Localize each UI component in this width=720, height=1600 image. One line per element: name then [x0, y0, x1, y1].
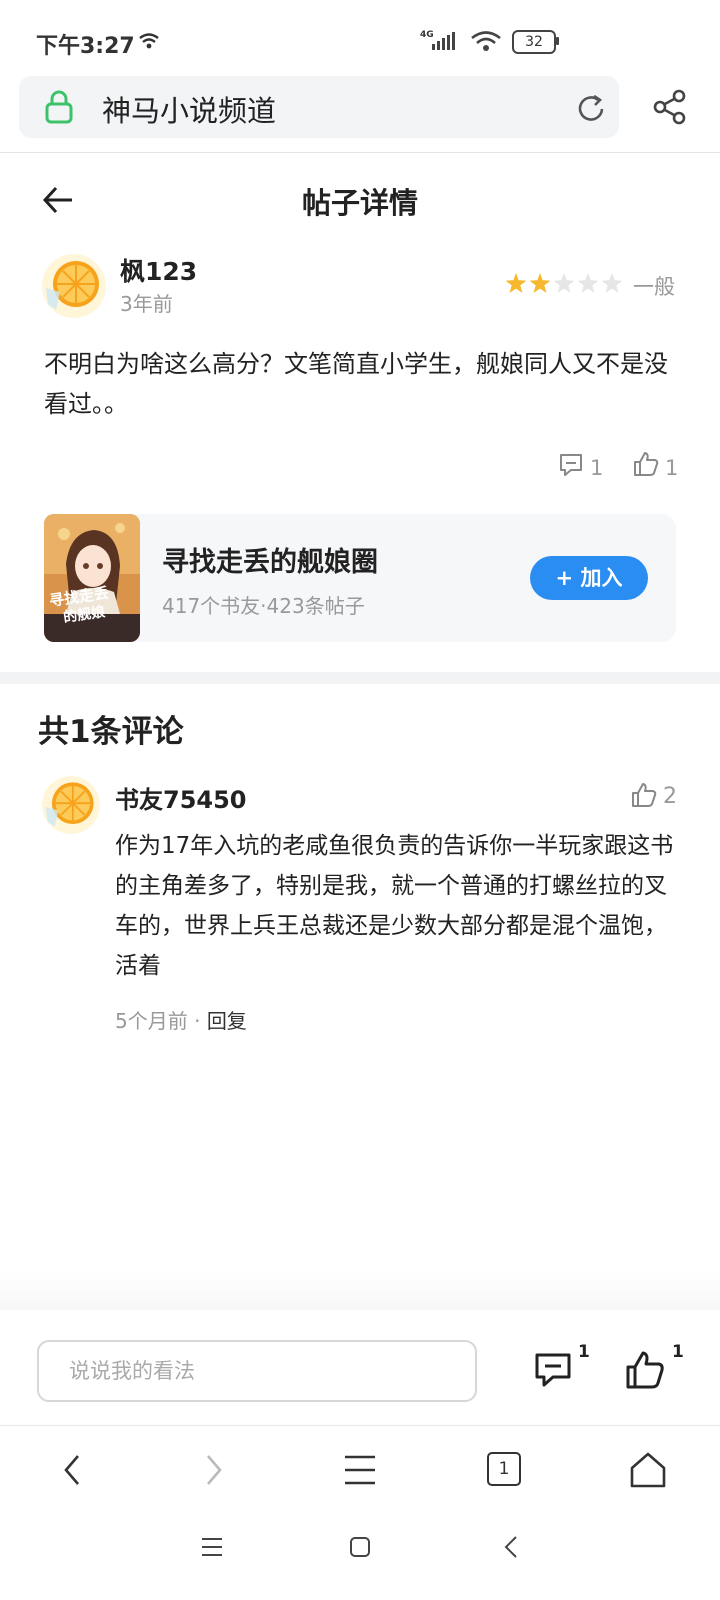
recent-apps-icon[interactable]: [200, 1535, 224, 1559]
star-empty-icon: [577, 273, 599, 293]
divider: [0, 152, 720, 153]
reload-icon[interactable]: [574, 92, 608, 126]
star-filled-icon: [505, 273, 527, 293]
menu-icon[interactable]: [342, 1450, 378, 1490]
comment-like-count: 2: [663, 784, 677, 809]
avatar[interactable]: [42, 254, 106, 318]
star-empty-icon: [553, 273, 575, 293]
battery-icon: 32: [512, 30, 556, 54]
reply-button[interactable]: 回复: [207, 1009, 247, 1033]
comments-title: 共1条评论: [38, 714, 184, 750]
post-time: 3年前: [120, 292, 173, 316]
comment-text: 作为17年入坑的老咸鱼很负责的告诉你一半玩家跟这书的主角差多了，特别是我，就一个…: [115, 833, 674, 979]
join-button[interactable]: + 加入: [530, 556, 648, 600]
join-label: 加入: [580, 566, 623, 590]
comment-meta: 5个月前 · 回复: [115, 1005, 247, 1034]
page-title: 帖子详情: [301, 186, 418, 220]
rating-stars: [504, 272, 624, 300]
comment-badge: 1: [578, 1342, 590, 1362]
comment-like-icon[interactable]: [631, 782, 657, 808]
like-icon[interactable]: [625, 1350, 665, 1390]
browser-forward-icon[interactable]: [202, 1450, 226, 1490]
book-cover[interactable]: 寻找走丢 的舰娘: [44, 514, 140, 642]
meta-separator: ·: [194, 1009, 201, 1033]
post-author[interactable]: 枫123: [120, 252, 197, 288]
orange-slice-icon: [45, 782, 94, 827]
divider: [0, 1425, 720, 1426]
status-time: 下午3:27: [36, 34, 135, 59]
share-icon[interactable]: [652, 89, 688, 125]
orange-slice-icon: [46, 261, 99, 310]
star-row: [505, 273, 623, 293]
book-cover-image: 寻找走丢 的舰娘: [44, 514, 140, 642]
post-like-count: 1: [665, 456, 679, 480]
hotspot-icon: [139, 33, 159, 49]
input-bar-shadow: [0, 1270, 720, 1310]
comment-author[interactable]: 书友75450: [115, 780, 247, 815]
system-home-icon[interactable]: [348, 1535, 372, 1559]
back-arrow-icon[interactable]: [42, 186, 74, 214]
wifi-icon: [471, 31, 501, 51]
battery-tip: [556, 37, 559, 45]
system-back-icon[interactable]: [500, 1535, 524, 1559]
comment-input[interactable]: 说说我的看法: [37, 1340, 477, 1402]
rating-label: 一般: [633, 275, 675, 299]
thumbs-up-icon[interactable]: [633, 451, 659, 477]
group-name[interactable]: 寻找走丢的舰娘圈: [162, 540, 378, 579]
site-title[interactable]: 神马小说频道: [102, 88, 276, 130]
comment-icon[interactable]: [558, 452, 584, 478]
group-stats: 417个书友·423条帖子: [162, 594, 365, 618]
comment-avatar[interactable]: [42, 776, 100, 834]
comment-icon[interactable]: [533, 1350, 573, 1390]
post-content: 不明白为啥这么高分？文笔简直小学生，舰娘同人又不是没看过。。: [44, 350, 668, 418]
lock-icon: [45, 90, 73, 124]
status-bar: 下午3:27 4G 32: [0, 0, 720, 80]
section-divider: [0, 672, 720, 684]
browser-back-icon[interactable]: [60, 1450, 84, 1490]
tabs-button[interactable]: 1: [487, 1452, 521, 1486]
star-filled-icon: [529, 273, 551, 293]
home-icon[interactable]: [628, 1450, 668, 1490]
plus-icon: +: [555, 566, 581, 590]
post-comment-count: 1: [590, 456, 604, 480]
star-empty-icon: [601, 273, 623, 293]
comment-time: 5个月前: [115, 1009, 188, 1033]
like-badge: 1: [672, 1342, 684, 1362]
